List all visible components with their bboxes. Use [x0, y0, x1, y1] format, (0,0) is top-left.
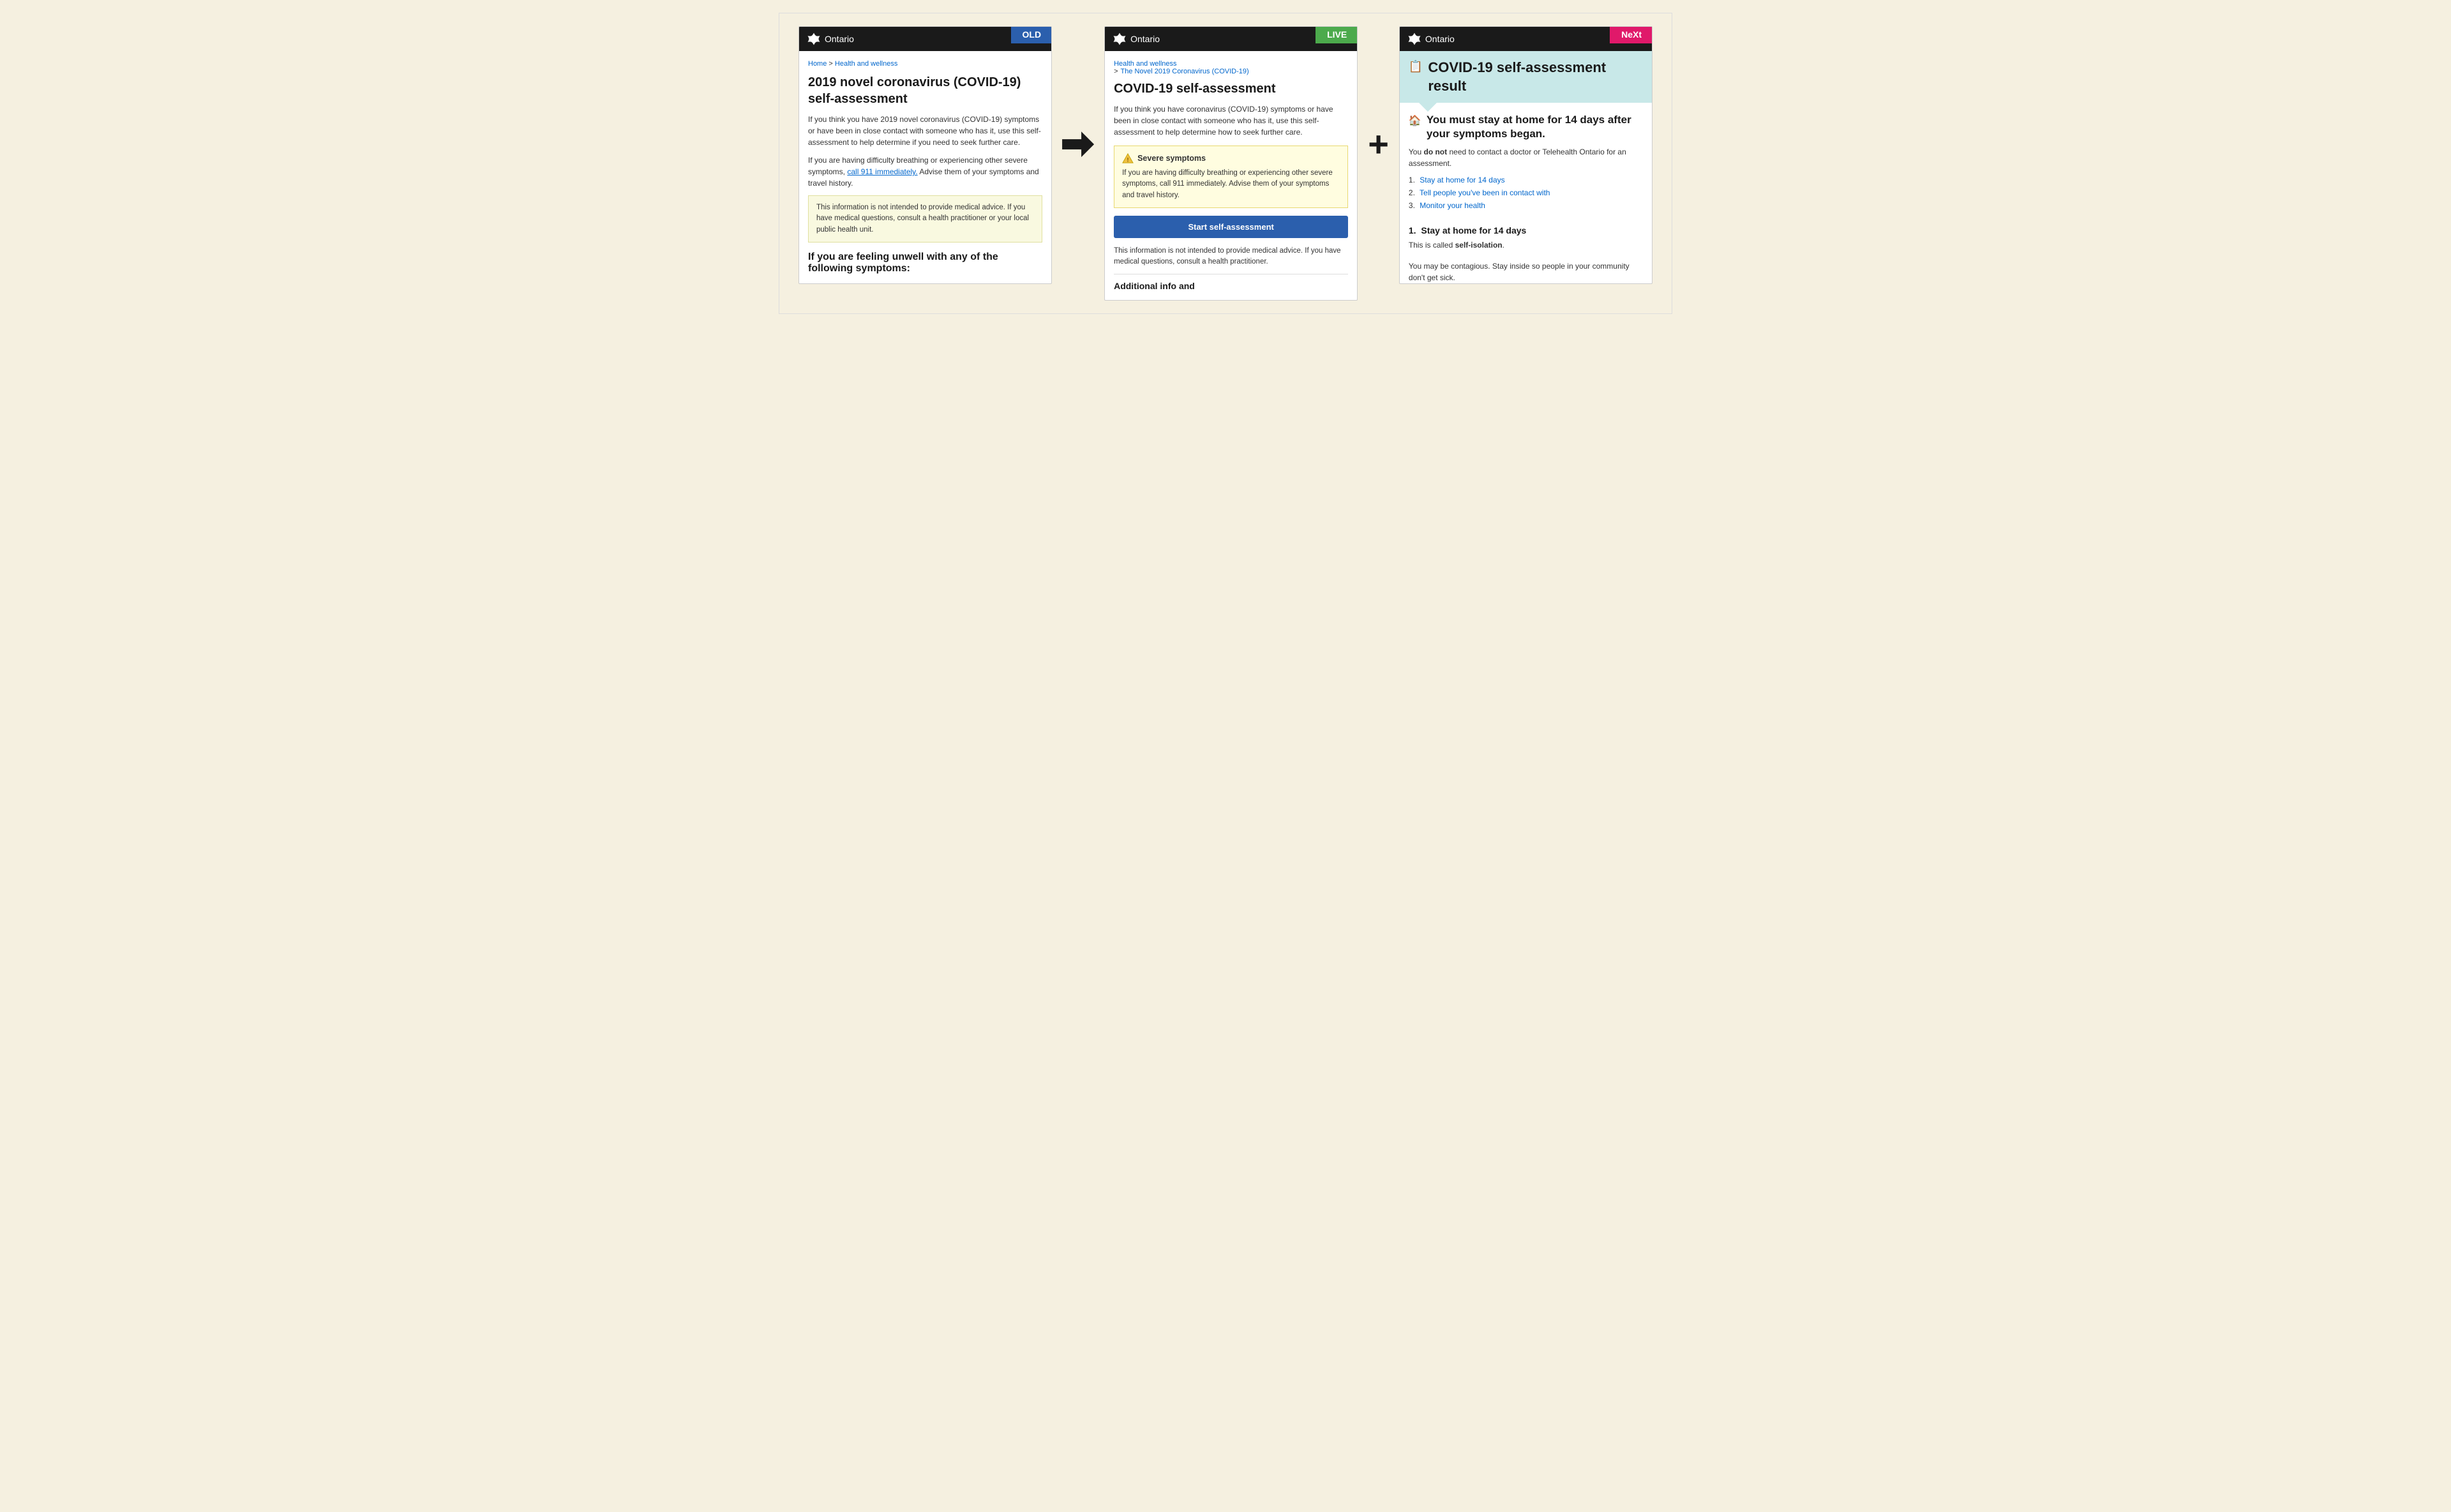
- list-item: 3. Monitor your health: [1409, 201, 1643, 210]
- old-panel-header: Ontario OLD: [799, 27, 1051, 51]
- svg-text:!: !: [1127, 156, 1129, 163]
- old-intro2: If you are having difficulty breathing o…: [808, 154, 1042, 189]
- section1-title: 1. Stay at home for 14 days: [1409, 225, 1643, 236]
- house-icon: 🏠: [1409, 114, 1421, 127]
- next-header-bar-wrapper: 📋 COVID-19 self-assessment result: [1400, 51, 1652, 103]
- stay-home-title: You must stay at home for 14 days after …: [1427, 113, 1643, 141]
- stay-home-body: You do not need to contact a doctor or T…: [1409, 146, 1643, 169]
- main-wrapper: Ontario OLD Home > Health and wellness 2…: [779, 13, 1672, 314]
- severe-title: Severe symptoms: [1137, 154, 1206, 163]
- severe-symptoms-box: ! Severe symptoms If you are having diff…: [1114, 146, 1348, 208]
- next-header-bar: 📋 COVID-19 self-assessment result: [1400, 51, 1652, 103]
- list-item-link-2[interactable]: Tell people you've been in contact with: [1420, 188, 1550, 197]
- trillium-icon-live: [1113, 32, 1127, 46]
- stay-home-heading: 🏠 You must stay at home for 14 days afte…: [1409, 113, 1643, 141]
- old-breadcrumb: Home > Health and wellness: [808, 60, 1042, 68]
- breadcrumb-separator: >: [828, 60, 834, 68]
- clipboard-icon: 📋: [1409, 60, 1423, 73]
- old-panel-body: Home > Health and wellness 2019 novel co…: [799, 51, 1051, 283]
- live-breadcrumb: Health and wellness > The Novel 2019 Cor…: [1114, 60, 1348, 75]
- list-item-link-1[interactable]: Stay at home for 14 days: [1420, 176, 1504, 184]
- live-badge: LIVE: [1315, 26, 1358, 43]
- severe-body: If you are having difficulty breathing o…: [1122, 168, 1340, 201]
- start-assessment-button[interactable]: Start self-assessment: [1114, 216, 1348, 238]
- plus-sign-icon: +: [1368, 126, 1389, 162]
- old-section-title: If you are feeling unwell with any of th…: [808, 251, 1042, 274]
- list-item-link-3[interactable]: Monitor your health: [1420, 201, 1485, 210]
- next-panel: Ontario NeXt 📋 COVID-19 self-assessment …: [1399, 26, 1653, 284]
- list-item-num: 2.: [1409, 188, 1415, 197]
- section1-body1-pre: This is called: [1409, 241, 1455, 250]
- ontario-logo-live: Ontario: [1113, 32, 1160, 46]
- live-panel-body: Health and wellness > The Novel 2019 Cor…: [1105, 51, 1357, 300]
- section1-title-text: Stay at home for 14 days: [1421, 225, 1526, 236]
- old-intro2-link[interactable]: call 911 immediately.: [847, 167, 917, 176]
- section1-body1-post: .: [1503, 241, 1504, 250]
- live-breadcrumb-sub-link[interactable]: The Novel 2019 Coronavirus (COVID-19): [1121, 68, 1249, 75]
- stay-home-section: 🏠 You must stay at home for 14 days afte…: [1400, 113, 1652, 225]
- list-item: 2. Tell people you've been in contact wi…: [1409, 188, 1643, 197]
- old-intro1: If you think you have 2019 novel coronav…: [808, 114, 1042, 148]
- live-breadcrumb-section[interactable]: Health and wellness: [1114, 60, 1176, 68]
- list-item: 1. Stay at home for 14 days: [1409, 176, 1643, 184]
- old-yellow-box: This information is not intended to prov…: [808, 195, 1042, 243]
- ontario-text-next: Ontario: [1425, 34, 1455, 44]
- additional-info-title: Additional info and: [1114, 274, 1348, 291]
- breadcrumb-section-link[interactable]: Health and wellness: [835, 60, 897, 68]
- arrow-connector: [1052, 131, 1104, 157]
- breadcrumb-home-link[interactable]: Home: [808, 60, 827, 68]
- list-item-num: 1.: [1409, 176, 1415, 184]
- section1-body2: You may be contagious. Stay inside so pe…: [1409, 260, 1643, 283]
- ontario-text-old: Ontario: [825, 34, 854, 44]
- live-page-title: COVID-19 self-assessment: [1114, 80, 1348, 97]
- next-steps-list: 1. Stay at home for 14 days 2. Tell peop…: [1409, 176, 1643, 210]
- old-badge: OLD: [1011, 26, 1053, 43]
- section1-body1-bold: self-isolation: [1455, 241, 1503, 250]
- live-intro: If you think you have coronavirus (COVID…: [1114, 103, 1348, 138]
- section-stay-home: 1. Stay at home for 14 days This is call…: [1400, 225, 1652, 283]
- list-item-num: 3.: [1409, 201, 1415, 210]
- old-panel: Ontario OLD Home > Health and wellness 2…: [798, 26, 1052, 284]
- stay-home-body-pre: You: [1409, 147, 1424, 156]
- section1-num: 1.: [1409, 225, 1416, 236]
- section1-body1: This is called self-isolation.: [1409, 239, 1643, 251]
- live-breadcrumb-sub: > The Novel 2019 Coronavirus (COVID-19): [1114, 68, 1348, 75]
- plus-connector: +: [1358, 126, 1399, 162]
- live-footer-text: This information is not intended to prov…: [1114, 246, 1348, 268]
- stay-home-body-bold: do not: [1423, 147, 1447, 156]
- ontario-logo-old: Ontario: [807, 32, 854, 46]
- next-panel-header: Ontario NeXt: [1400, 27, 1652, 51]
- severe-box-header: ! Severe symptoms: [1122, 153, 1340, 164]
- arrow-right-icon: [1062, 131, 1094, 157]
- trillium-icon-next: [1407, 32, 1421, 46]
- trillium-icon-old: [807, 32, 821, 46]
- old-page-title: 2019 novel coronavirus (COVID-19) self-a…: [808, 74, 1042, 107]
- live-panel: Ontario LIVE Health and wellness > The N…: [1104, 26, 1358, 301]
- live-panel-header: Ontario LIVE: [1105, 27, 1357, 51]
- next-page-title: COVID-19 self-assessment result: [1428, 59, 1643, 95]
- ontario-text-live: Ontario: [1130, 34, 1160, 44]
- next-badge: NeXt: [1610, 26, 1653, 43]
- warning-triangle-icon: !: [1122, 153, 1134, 164]
- ontario-logo-next: Ontario: [1407, 32, 1455, 46]
